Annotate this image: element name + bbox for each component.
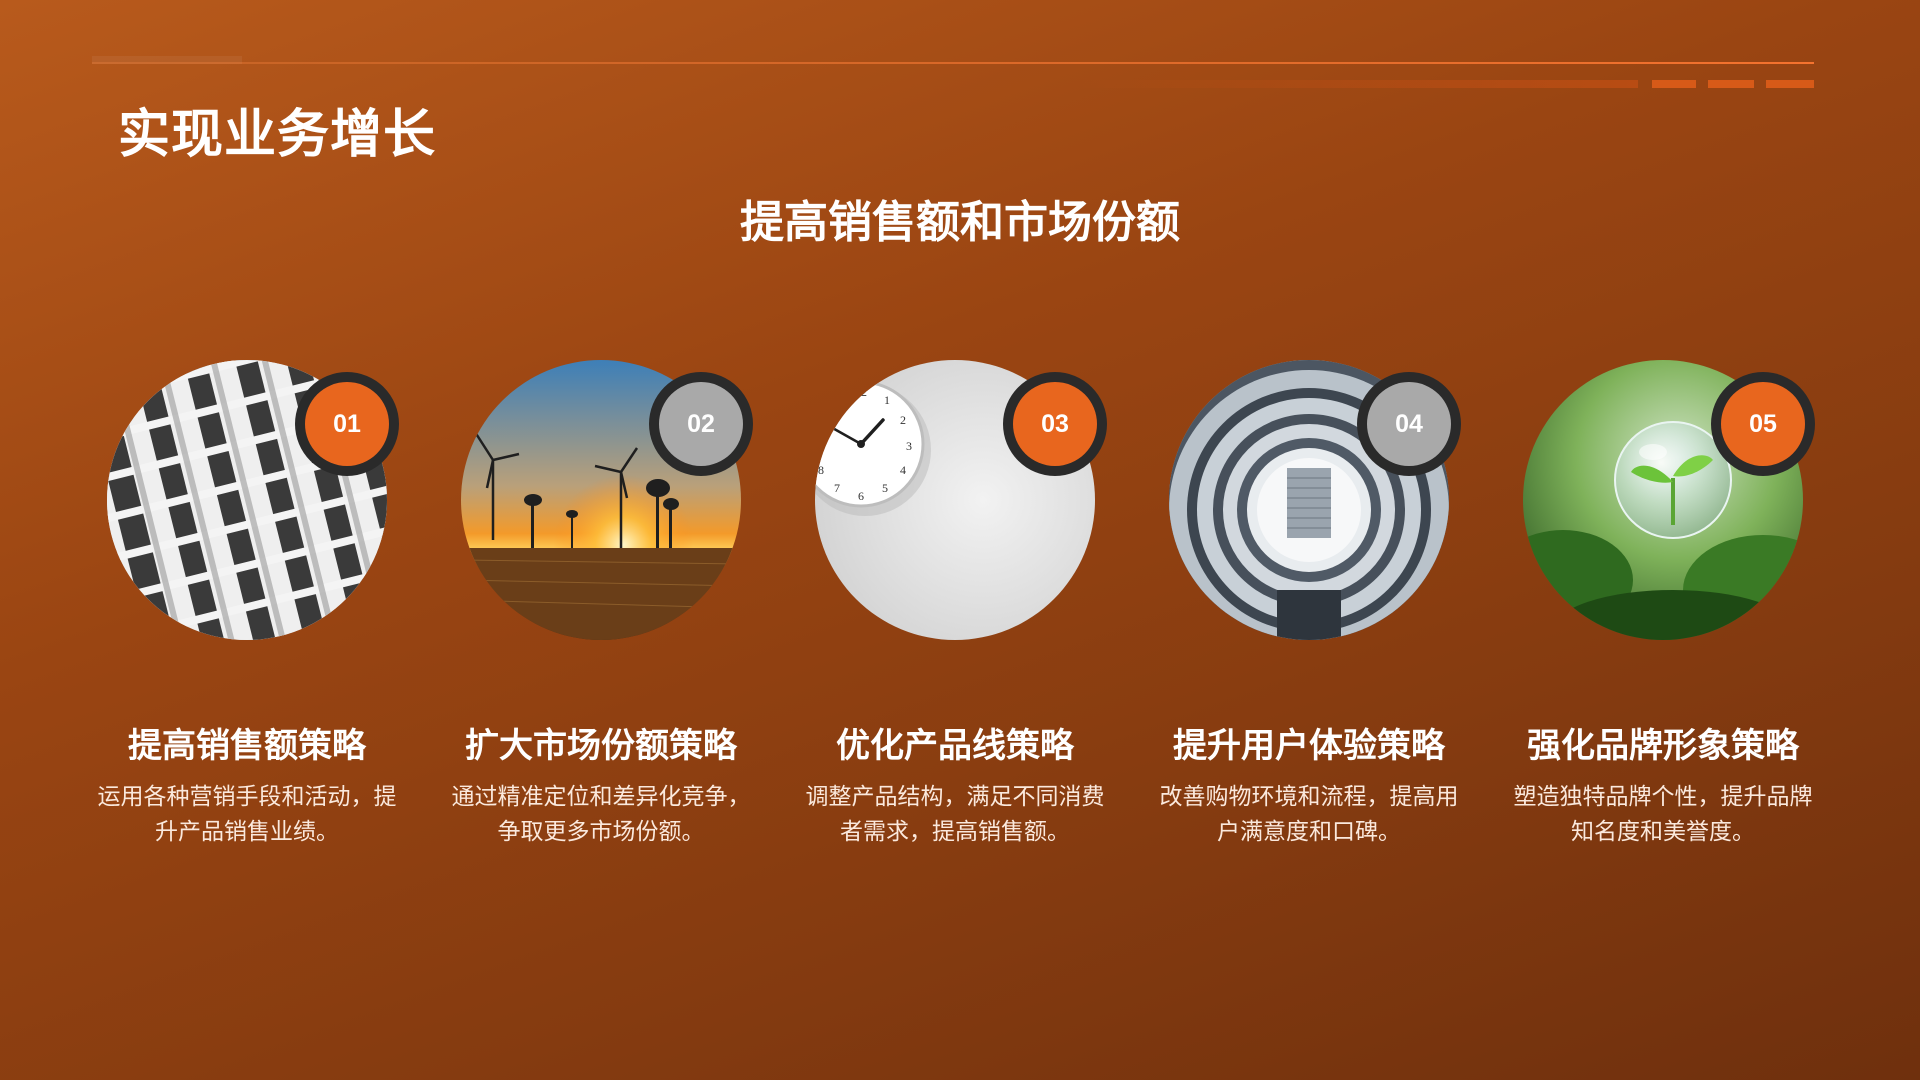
card-title: 提高销售额策略 [128, 726, 366, 766]
card-description: 塑造独特品牌个性，提升品牌知名度和美誉度。 [1513, 784, 1813, 845]
header-accent-bar [1766, 80, 1814, 88]
card-description: 运用各种营销手段和活动，提升产品销售业绩。 [97, 784, 397, 845]
svg-text:8: 8 [818, 463, 824, 477]
step-number-badge: 01 [295, 372, 399, 476]
strategy-card: 04 提升用户体验策略 改善购物环境和流程，提高用户满意度和口碑。 [1149, 360, 1469, 880]
page-title: 实现业务增长 [118, 105, 437, 165]
strategy-card: 02 扩大市场份额策略 通过精准定位和差异化竞争，争取更多市场份额。 [441, 360, 761, 880]
card-title: 优化产品线策略 [836, 726, 1074, 766]
strategy-card: 05 强化品牌形象策略 塑造独特品牌个性，提升品牌知名度和美誉度。 [1503, 360, 1823, 880]
step-number-badge: 03 [1003, 372, 1107, 476]
svg-text:3: 3 [906, 439, 912, 453]
svg-text:4: 4 [900, 463, 906, 477]
svg-text:1: 1 [884, 393, 890, 407]
header-accent-bar [1652, 80, 1696, 88]
header-accent-bar [1708, 80, 1754, 88]
card-description: 调整产品结构，满足不同消费者需求，提高销售额。 [805, 784, 1105, 845]
svg-text:2: 2 [900, 413, 906, 427]
page-subtitle: 提高销售额和市场份额 [740, 197, 1180, 248]
header-accent-bar [1078, 80, 1638, 88]
card-description: 通过精准定位和差异化竞争，争取更多市场份额。 [451, 784, 751, 845]
step-number-badge: 02 [649, 372, 753, 476]
card-title: 提升用户体验策略 [1173, 726, 1445, 766]
step-number-badge: 04 [1357, 372, 1461, 476]
card-title: 强化品牌形象策略 [1527, 726, 1799, 766]
strategy-card: 01 提高销售额策略 运用各种营销手段和活动，提升产品销售业绩。 [87, 360, 407, 880]
svg-text:6: 6 [858, 489, 864, 503]
svg-text:12: 12 [855, 385, 867, 399]
svg-text:5: 5 [882, 481, 888, 495]
strategy-cards: 01 提高销售额策略 运用各种营销手段和活动，提升产品销售业绩。 02 扩大市场… [0, 360, 1920, 880]
card-title: 扩大市场份额策略 [465, 726, 737, 766]
header-divider [92, 62, 1814, 64]
svg-text:7: 7 [834, 481, 840, 495]
card-description: 改善购物环境和流程，提高用户满意度和口碑。 [1159, 784, 1459, 845]
strategy-card: 12 1 2 3 4 5 6 7 8 03 优化产品线策略 调整产品结构，满足不… [795, 360, 1115, 880]
step-number-badge: 05 [1711, 372, 1815, 476]
